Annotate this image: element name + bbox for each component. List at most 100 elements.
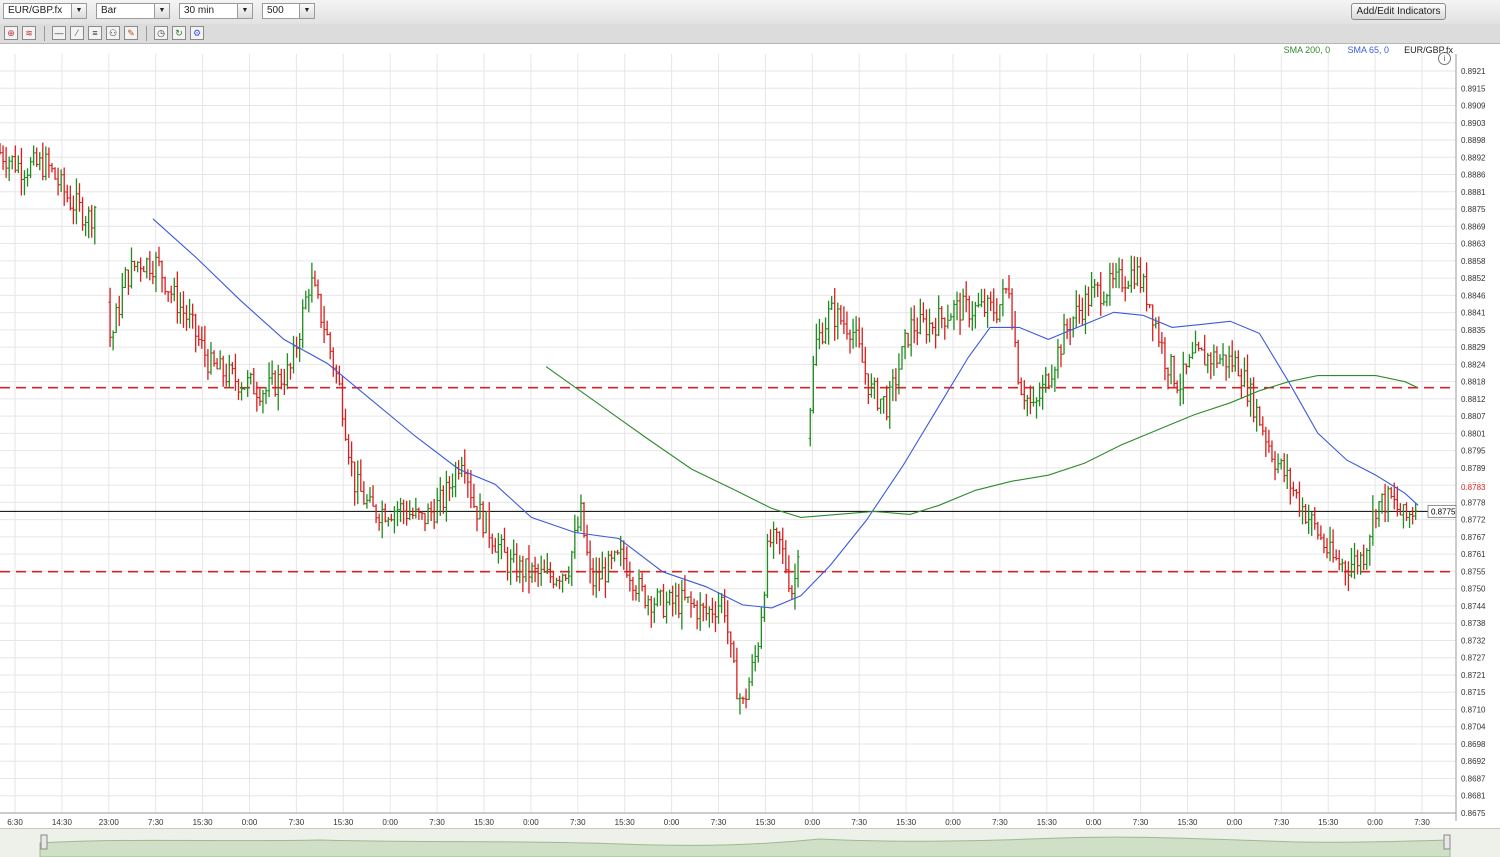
ohlc-bar	[19, 147, 24, 196]
chevron-down-icon[interactable]: ▼	[237, 4, 252, 18]
fibonacci-icon[interactable]: ≡	[88, 26, 102, 40]
ohlc-bar	[1346, 561, 1351, 592]
ohlc-bar	[178, 292, 182, 324]
x-tick-label: 15:30	[1177, 818, 1198, 827]
ohlc-bar	[674, 582, 678, 615]
ohlc-bar	[689, 591, 693, 618]
ohlc-bar	[1319, 525, 1323, 541]
ohlc-bar	[527, 545, 531, 594]
ohlc-bar	[1102, 291, 1106, 306]
ohlc-bar	[1004, 287, 1008, 294]
ohlc-bar	[1108, 262, 1112, 306]
x-tick-label: 15:30	[896, 818, 917, 827]
navigator-right-handle[interactable]	[1443, 834, 1451, 850]
x-tick-label: 0:00	[1227, 818, 1243, 827]
ohlc-bar	[817, 318, 822, 350]
last-price-marker: 0.8775	[1431, 507, 1456, 516]
ohlc-bar	[16, 155, 20, 174]
ohlc-bar	[331, 347, 335, 377]
y-tick-label: 0.8835	[1461, 326, 1486, 335]
y-tick-label: 0.8921	[1461, 67, 1486, 76]
x-tick-label: 7:30	[1274, 818, 1290, 827]
ohlc-bar	[793, 563, 797, 610]
ohlc-bar	[218, 350, 222, 370]
ohlc-bar	[836, 302, 840, 340]
settings-icon[interactable]: ⚙	[190, 26, 204, 40]
eraser-icon[interactable]: ✎	[124, 26, 138, 40]
symbol-select[interactable]: EUR/GBP.fx ▼	[3, 3, 87, 19]
y-tick-label: 0.8692	[1461, 757, 1486, 766]
ohlc-bar	[885, 385, 889, 421]
ohlc-bar	[512, 539, 516, 563]
zoom-chart-icon[interactable]: ≋	[22, 26, 36, 40]
ohlc-bar	[524, 558, 528, 583]
ohlc-bar	[961, 288, 965, 321]
ohlc-bar	[1340, 558, 1344, 573]
ohlc-bar	[664, 591, 669, 624]
ohlc-bar	[1096, 282, 1100, 298]
ohlc-bar	[970, 301, 974, 331]
ohlc-bar	[747, 677, 751, 701]
ohlc-bar	[291, 335, 296, 374]
chevron-down-icon[interactable]: ▼	[71, 4, 86, 18]
x-tick-label: 7:30	[148, 818, 164, 827]
ohlc-bar	[594, 557, 598, 598]
drawing-toolbar: ⊕ ≋ — ⁄ ≡ ⚇ ✎ ◷ ↻ ⚙ i	[0, 24, 1500, 65]
ohlc-bar	[827, 300, 831, 345]
price-chart[interactable]: 0.8921 0.8915 0.8909 0.8903 0.8898 0.8892 0.88…	[0, 44, 1500, 828]
navigator-left-handle[interactable]	[40, 834, 48, 850]
ohlc-bar	[554, 577, 559, 587]
y-tick-label: 0.8807	[1461, 412, 1486, 421]
ohlc-bar	[304, 290, 308, 310]
ohlc-bar	[499, 534, 504, 560]
ohlc-bar	[1236, 350, 1240, 377]
toolbar-divider	[146, 26, 147, 41]
ohlc-bar	[567, 566, 571, 584]
ohlc-bar	[148, 251, 152, 281]
ohlc-bar	[301, 299, 305, 349]
x-tick-label: 7:30	[289, 818, 305, 827]
chart-type-select[interactable]: Bar ▼	[96, 3, 170, 19]
y-tick-label: 0.8903	[1461, 119, 1486, 128]
ohlc-bar	[542, 559, 546, 573]
ohlc-bar	[539, 555, 543, 586]
trend-line-icon[interactable]: ⁄	[70, 26, 84, 40]
ohlc-bar	[1111, 262, 1115, 289]
refresh-icon[interactable]: ↻	[172, 26, 186, 40]
chevron-down-icon[interactable]: ▼	[299, 4, 314, 18]
clock-icon[interactable]: ◷	[154, 26, 168, 40]
horizontal-line-icon[interactable]: —	[52, 26, 66, 40]
pattern-tool-icon[interactable]: ⚇	[106, 26, 120, 40]
ohlc-bar	[986, 294, 990, 328]
crosshair-icon[interactable]: ⊕	[4, 26, 18, 40]
ohlc-bar	[1175, 380, 1179, 394]
ohlc-bar	[909, 307, 913, 357]
ohlc-bar	[77, 183, 82, 212]
ohlc-bar	[1343, 560, 1347, 586]
ohlc-bar	[267, 362, 271, 398]
interval-select[interactable]: 30 min ▼	[179, 3, 253, 19]
ohlc-bar	[166, 291, 170, 302]
ohlc-bar	[628, 561, 632, 592]
ohlc-bar	[943, 317, 947, 340]
ohlc-bar	[313, 270, 317, 287]
ohlc-bar	[1163, 337, 1167, 381]
ohlc-bar	[912, 305, 916, 344]
ohlc-bar	[869, 373, 874, 398]
bars-select[interactable]: 500 ▼	[262, 3, 315, 19]
chevron-down-icon[interactable]: ▼	[154, 4, 169, 18]
add-edit-indicators-button[interactable]: Add/Edit Indicators	[1351, 3, 1446, 20]
ohlc-bar	[1187, 354, 1192, 368]
ohlc-bar	[32, 145, 36, 166]
ohlc-bar	[1028, 385, 1033, 415]
time-navigator[interactable]	[0, 828, 1500, 857]
x-tick-label: 15:30	[1037, 818, 1058, 827]
ohlc-bar	[729, 631, 733, 658]
ohlc-bar	[350, 441, 354, 477]
y-tick-label: 0.8829	[1461, 343, 1486, 352]
ohlc-bar	[833, 287, 837, 341]
ohlc-bar	[398, 497, 403, 523]
ohlc-bar	[1083, 285, 1088, 335]
ohlc-bar	[1041, 375, 1045, 410]
y-tick-label: 0.8698	[1461, 740, 1486, 749]
